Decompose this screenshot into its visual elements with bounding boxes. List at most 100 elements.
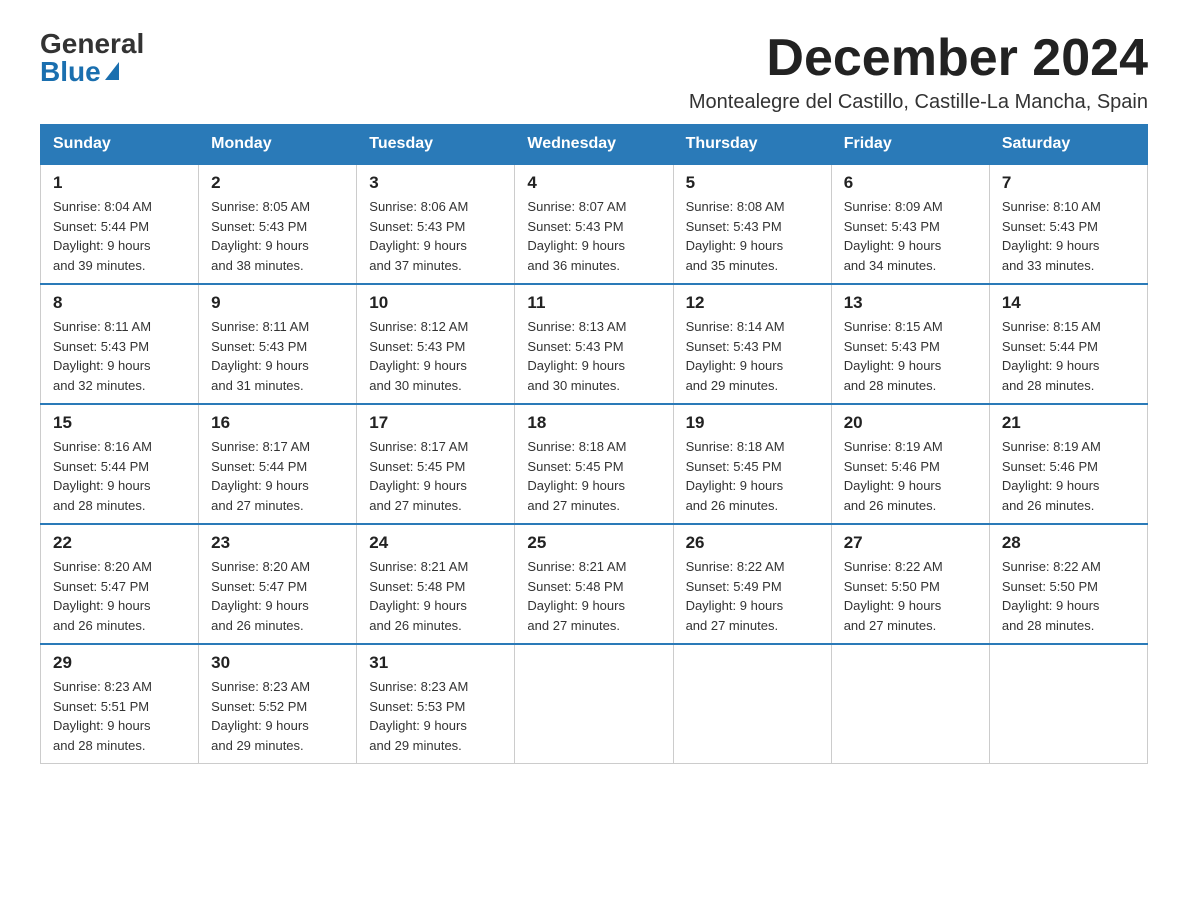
day-info: Sunrise: 8:20 AMSunset: 5:47 PMDaylight:… — [211, 557, 344, 635]
day-number: 13 — [844, 293, 977, 313]
day-info: Sunrise: 8:23 AMSunset: 5:53 PMDaylight:… — [369, 677, 502, 755]
day-number: 12 — [686, 293, 819, 313]
day-number: 28 — [1002, 533, 1135, 553]
day-info: Sunrise: 8:23 AMSunset: 5:52 PMDaylight:… — [211, 677, 344, 755]
day-info: Sunrise: 8:23 AMSunset: 5:51 PMDaylight:… — [53, 677, 186, 755]
week-row-1: 1 Sunrise: 8:04 AMSunset: 5:44 PMDaylight… — [41, 164, 1148, 284]
day-info: Sunrise: 8:14 AMSunset: 5:43 PMDaylight:… — [686, 317, 819, 395]
logo-triangle-icon — [105, 62, 119, 80]
day-number: 1 — [53, 173, 186, 193]
week-row-4: 22Sunrise: 8:20 AMSunset: 5:47 PMDayligh… — [41, 524, 1148, 644]
header-monday: Monday — [199, 125, 357, 165]
day-number: 6 — [844, 173, 977, 193]
week-row-3: 15 Sunrise: 8:16 AMSunset: 5:44 PMDayligh… — [41, 404, 1148, 524]
calendar-cell: 29 Sunrise: 8:23 AMSunset: 5:51 PMDayligh… — [41, 644, 199, 764]
day-number: 4 — [527, 173, 660, 193]
page-header: General Blue December 2024 Montealegre d… — [40, 30, 1148, 114]
day-info: Sunrise: 8:17 AMSunset: 5:44 PMDaylight:… — [211, 437, 344, 515]
calendar-cell: 21 Sunrise: 8:19 AMSunset: 5:46 PMDayligh… — [989, 404, 1147, 524]
logo-general-text: General — [40, 30, 144, 58]
calendar-table: SundayMondayTuesdayWednesdayThursdayFrid… — [40, 124, 1148, 764]
calendar-cell: 15 Sunrise: 8:16 AMSunset: 5:44 PMDayligh… — [41, 404, 199, 524]
day-info: Sunrise: 8:18 AMSunset: 5:45 PMDaylight:… — [527, 437, 660, 515]
title-section: December 2024 Montealegre del Castillo, … — [689, 30, 1148, 114]
day-number: 20 — [844, 413, 977, 433]
calendar-cell: 26 Sunrise: 8:22 AMSunset: 5:49 PMDayligh… — [673, 524, 831, 644]
header-thursday: Thursday — [673, 125, 831, 165]
day-number: 30 — [211, 653, 344, 673]
day-number: 26 — [686, 533, 819, 553]
calendar-cell: 13 Sunrise: 8:15 AMSunset: 5:43 PMDayligh… — [831, 284, 989, 404]
calendar-cell: 10 Sunrise: 8:12 AMSunset: 5:43 PMDayligh… — [357, 284, 515, 404]
day-info: Sunrise: 8:06 AMSunset: 5:43 PMDaylight:… — [369, 197, 502, 275]
calendar-cell: 24 Sunrise: 8:21 AMSunset: 5:48 PMDayligh… — [357, 524, 515, 644]
day-number: 25 — [527, 533, 660, 553]
day-info: Sunrise: 8:19 AMSunset: 5:46 PMDaylight:… — [1002, 437, 1135, 515]
calendar-cell: 19Sunrise: 8:18 AMSunset: 5:45 PMDayligh… — [673, 404, 831, 524]
logo: General Blue — [40, 30, 144, 86]
location-subtitle: Montealegre del Castillo, Castille-La Ma… — [689, 91, 1148, 114]
day-number: 23 — [211, 533, 344, 553]
day-info: Sunrise: 8:22 AMSunset: 5:50 PMDaylight:… — [844, 557, 977, 635]
calendar-cell: 1 Sunrise: 8:04 AMSunset: 5:44 PMDaylight… — [41, 164, 199, 284]
day-number: 24 — [369, 533, 502, 553]
day-info: Sunrise: 8:04 AMSunset: 5:44 PMDaylight:… — [53, 197, 186, 275]
day-number: 10 — [369, 293, 502, 313]
day-number: 17 — [369, 413, 502, 433]
day-number: 15 — [53, 413, 186, 433]
day-info: Sunrise: 8:10 AMSunset: 5:43 PMDaylight:… — [1002, 197, 1135, 275]
calendar-cell: 18Sunrise: 8:18 AMSunset: 5:45 PMDayligh… — [515, 404, 673, 524]
day-number: 31 — [369, 653, 502, 673]
header-wednesday: Wednesday — [515, 125, 673, 165]
day-number: 3 — [369, 173, 502, 193]
calendar-cell: 11Sunrise: 8:13 AMSunset: 5:43 PMDayligh… — [515, 284, 673, 404]
day-number: 14 — [1002, 293, 1135, 313]
day-number: 9 — [211, 293, 344, 313]
calendar-cell: 31 Sunrise: 8:23 AMSunset: 5:53 PMDayligh… — [357, 644, 515, 764]
day-info: Sunrise: 8:21 AMSunset: 5:48 PMDaylight:… — [369, 557, 502, 635]
calendar-cell: 12 Sunrise: 8:14 AMSunset: 5:43 PMDayligh… — [673, 284, 831, 404]
header-friday: Friday — [831, 125, 989, 165]
calendar-cell: 5Sunrise: 8:08 AMSunset: 5:43 PMDaylight… — [673, 164, 831, 284]
calendar-cell: 6 Sunrise: 8:09 AMSunset: 5:43 PMDaylight… — [831, 164, 989, 284]
day-number: 16 — [211, 413, 344, 433]
calendar-cell: 4 Sunrise: 8:07 AMSunset: 5:43 PMDaylight… — [515, 164, 673, 284]
day-info: Sunrise: 8:12 AMSunset: 5:43 PMDaylight:… — [369, 317, 502, 395]
day-number: 29 — [53, 653, 186, 673]
calendar-cell: 9 Sunrise: 8:11 AMSunset: 5:43 PMDaylight… — [199, 284, 357, 404]
calendar-cell: 20 Sunrise: 8:19 AMSunset: 5:46 PMDayligh… — [831, 404, 989, 524]
week-row-5: 29 Sunrise: 8:23 AMSunset: 5:51 PMDayligh… — [41, 644, 1148, 764]
day-info: Sunrise: 8:20 AMSunset: 5:47 PMDaylight:… — [53, 557, 186, 635]
calendar-cell: 25Sunrise: 8:21 AMSunset: 5:48 PMDayligh… — [515, 524, 673, 644]
day-number: 8 — [53, 293, 186, 313]
calendar-cell — [673, 644, 831, 764]
day-info: Sunrise: 8:18 AMSunset: 5:45 PMDaylight:… — [686, 437, 819, 515]
day-number: 2 — [211, 173, 344, 193]
day-info: Sunrise: 8:15 AMSunset: 5:43 PMDaylight:… — [844, 317, 977, 395]
day-info: Sunrise: 8:22 AMSunset: 5:49 PMDaylight:… — [686, 557, 819, 635]
day-info: Sunrise: 8:08 AMSunset: 5:43 PMDaylight:… — [686, 197, 819, 275]
day-header-row: SundayMondayTuesdayWednesdayThursdayFrid… — [41, 125, 1148, 165]
day-info: Sunrise: 8:11 AMSunset: 5:43 PMDaylight:… — [211, 317, 344, 395]
day-info: Sunrise: 8:05 AMSunset: 5:43 PMDaylight:… — [211, 197, 344, 275]
calendar-cell — [515, 644, 673, 764]
calendar-cell: 30 Sunrise: 8:23 AMSunset: 5:52 PMDayligh… — [199, 644, 357, 764]
week-row-2: 8 Sunrise: 8:11 AMSunset: 5:43 PMDaylight… — [41, 284, 1148, 404]
calendar-cell: 3 Sunrise: 8:06 AMSunset: 5:43 PMDaylight… — [357, 164, 515, 284]
calendar-cell: 28 Sunrise: 8:22 AMSunset: 5:50 PMDayligh… — [989, 524, 1147, 644]
calendar-cell — [831, 644, 989, 764]
day-info: Sunrise: 8:07 AMSunset: 5:43 PMDaylight:… — [527, 197, 660, 275]
calendar-cell: 27Sunrise: 8:22 AMSunset: 5:50 PMDayligh… — [831, 524, 989, 644]
day-info: Sunrise: 8:17 AMSunset: 5:45 PMDaylight:… — [369, 437, 502, 515]
day-number: 11 — [527, 293, 660, 313]
day-number: 21 — [1002, 413, 1135, 433]
day-info: Sunrise: 8:11 AMSunset: 5:43 PMDaylight:… — [53, 317, 186, 395]
header-sunday: Sunday — [41, 125, 199, 165]
month-title: December 2024 — [689, 30, 1148, 87]
day-info: Sunrise: 8:19 AMSunset: 5:46 PMDaylight:… — [844, 437, 977, 515]
day-info: Sunrise: 8:22 AMSunset: 5:50 PMDaylight:… — [1002, 557, 1135, 635]
day-info: Sunrise: 8:16 AMSunset: 5:44 PMDaylight:… — [53, 437, 186, 515]
calendar-cell: 16 Sunrise: 8:17 AMSunset: 5:44 PMDayligh… — [199, 404, 357, 524]
day-info: Sunrise: 8:09 AMSunset: 5:43 PMDaylight:… — [844, 197, 977, 275]
calendar-cell: 22Sunrise: 8:20 AMSunset: 5:47 PMDayligh… — [41, 524, 199, 644]
